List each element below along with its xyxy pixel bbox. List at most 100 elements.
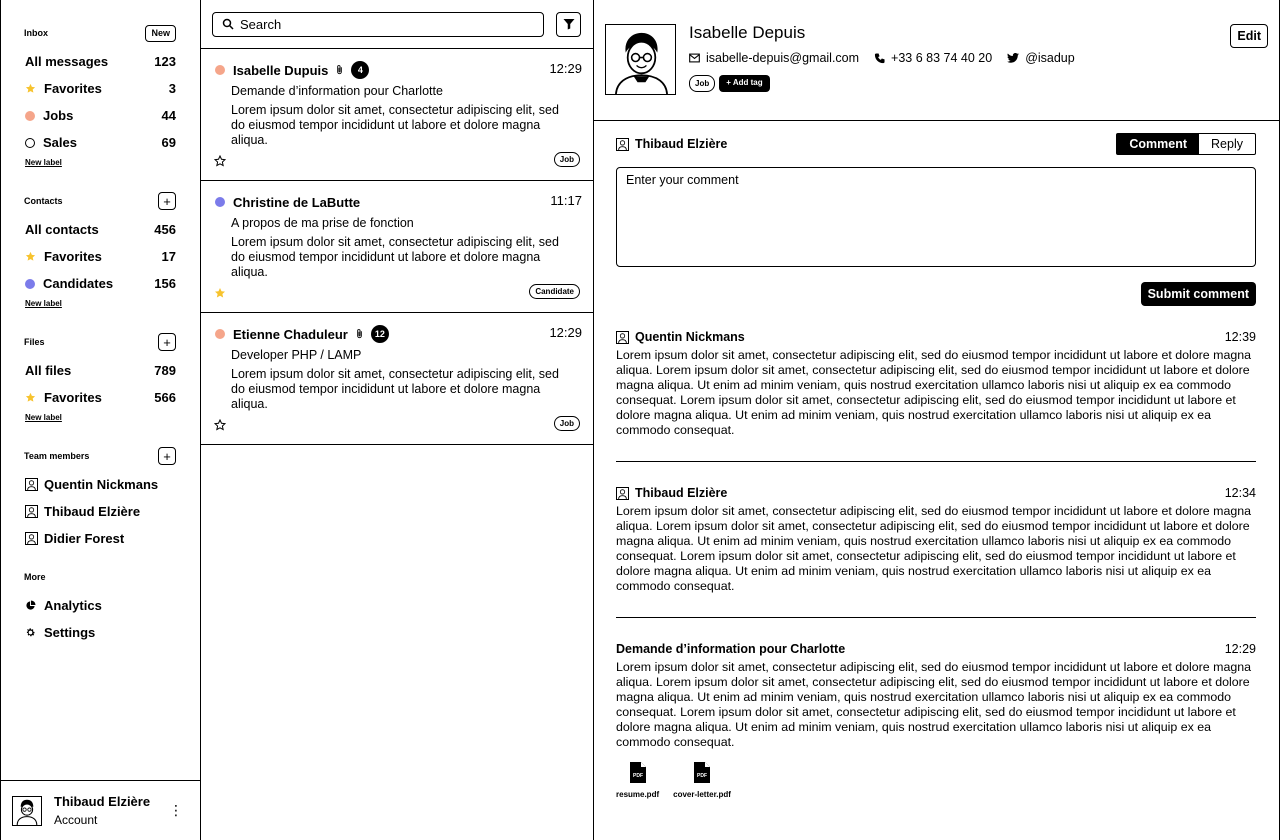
filter-icon <box>563 19 574 30</box>
add-team-member-button[interactable]: + <box>158 447 176 465</box>
contact-twitter[interactable]: @isadup <box>1007 51 1075 65</box>
sidebar-item-label: Settings <box>44 625 96 640</box>
sidebar-item-all-messages[interactable]: All messages 123 <box>1 48 200 75</box>
sidebar-item-sales[interactable]: Sales 69 <box>1 129 200 156</box>
contacts-new-label-link[interactable]: New label <box>1 297 200 311</box>
sidebar-item-jobs[interactable]: Jobs 44 <box>1 102 200 129</box>
add-tag-button[interactable]: + Add tag <box>719 75 770 92</box>
search-bar <box>201 0 593 49</box>
composer-user-name: Thibaud Elzière <box>635 137 728 151</box>
message-time: 12:29 <box>549 325 582 340</box>
sidebar-item-all-files[interactable]: All files 789 <box>1 357 200 384</box>
twitter-icon <box>1007 53 1020 63</box>
comment-entry: Thibaud Elzière 12:34 Lorem ipsum dolor … <box>616 484 1256 618</box>
sidebar-item-analytics[interactable]: Analytics <box>1 592 200 619</box>
sidebar-item-count: 123 <box>154 54 176 69</box>
search-field[interactable] <box>212 11 544 37</box>
message-preview: Lorem ipsum dolor sit amet, consectetur … <box>231 235 559 279</box>
message-list: Isabelle Dupuis 4 12:29 Demande d’inform… <box>201 0 594 840</box>
add-contact-button[interactable]: + <box>158 192 176 210</box>
message-count-badge: 4 <box>351 61 370 79</box>
svg-text:PDF: PDF <box>633 773 643 779</box>
sidebar-item-contact-favorites[interactable]: Favorites 17 <box>1 243 200 270</box>
contact-header: Isabelle Depuis isabelle-depuis@gmail.co… <box>594 0 1279 121</box>
star-outline-icon[interactable] <box>214 419 226 431</box>
star-outline-icon[interactable] <box>214 155 226 167</box>
sidebar-item-label: Jobs <box>43 108 74 123</box>
comment-author: Quentin Nickmans <box>635 330 745 344</box>
tab-reply[interactable]: Reply <box>1199 134 1255 154</box>
message-subject: Developer PHP / LAMP <box>231 348 362 362</box>
contacts-section-header: Contacts + <box>1 192 200 210</box>
avatar <box>605 24 676 95</box>
phone-icon <box>874 52 885 63</box>
submit-comment-button[interactable]: Submit comment <box>1140 282 1256 306</box>
sidebar-item-label: All messages <box>25 54 109 69</box>
composer-user: Thibaud Elzière <box>616 137 1116 151</box>
comment-time: 12:39 <box>1224 330 1256 344</box>
contact-tag[interactable]: Job <box>689 75 716 92</box>
sidebar-item-count: 789 <box>154 363 176 378</box>
team-title: Team members <box>24 451 90 461</box>
edit-contact-button[interactable]: Edit <box>1230 24 1268 48</box>
tab-comment[interactable]: Comment <box>1117 134 1200 154</box>
mail-icon <box>689 53 700 63</box>
candidates-dot-icon <box>25 278 35 289</box>
filter-button[interactable] <box>556 11 581 37</box>
add-file-button[interactable]: + <box>158 333 176 351</box>
avatar <box>25 478 38 491</box>
sidebar-item-candidates[interactable]: Candidates 156 <box>1 270 200 297</box>
contact-email[interactable]: isabelle-depuis@gmail.com <box>689 51 859 65</box>
star-filled-icon[interactable] <box>214 287 226 299</box>
inbox-new-label-link[interactable]: New label <box>1 156 200 170</box>
attachment-name: cover-letter.pdf <box>673 790 731 799</box>
sidebar-item-settings[interactable]: Settings <box>1 619 200 646</box>
account-panel[interactable]: Thibaud Elzière Account ⋮ <box>1 780 200 840</box>
sidebar-item-team-member[interactable]: Quentin Nickmans <box>1 471 200 498</box>
comment-body: Lorem ipsum dolor sit amet, consectetur … <box>616 504 1252 593</box>
contact-phone[interactable]: +33 6 83 74 40 20 <box>874 51 992 65</box>
account-name: Thibaud Elzière <box>54 794 151 809</box>
sidebar-item-label: Sales <box>43 135 77 150</box>
more-menu-icon[interactable]: ⋮ <box>169 803 183 817</box>
comment-thread: Thibaud Elzière Comment Reply Submit com… <box>616 121 1256 822</box>
sidebar-item-label: Analytics <box>44 598 102 613</box>
contact-tags: Job + Add tag <box>689 75 770 92</box>
sidebar-item-count: 156 <box>154 276 176 291</box>
message-time: 11:17 <box>550 193 582 208</box>
message-preview: Lorem ipsum dolor sit amet, consectetur … <box>231 103 559 147</box>
sidebar-item-count: 17 <box>161 249 176 264</box>
attachment-cover-letter[interactable]: PDF cover-letter.pdf <box>673 762 731 799</box>
message-list-item[interactable]: Christine de LaButte 11:17 A propos de m… <box>201 181 593 313</box>
search-input[interactable] <box>240 16 520 32</box>
pie-chart-icon <box>26 600 36 610</box>
message-time: 12:29 <box>549 61 582 76</box>
files-new-label-link[interactable]: New label <box>1 411 200 425</box>
team-member-name: Quentin Nickmans <box>44 477 159 492</box>
avatar <box>12 795 42 826</box>
message-list-item[interactable]: Etienne Chaduleur 12 12:29 Developer PHP… <box>201 313 593 445</box>
contact-info: isabelle-depuis@gmail.com +33 6 83 74 40… <box>689 51 1090 65</box>
message-list-item[interactable]: Isabelle Dupuis 4 12:29 Demande d’inform… <box>201 49 593 181</box>
message-time: 12:29 <box>1224 642 1256 656</box>
contacts-title: Contacts <box>24 196 63 206</box>
sidebar-item-favorites[interactable]: Favorites 3 <box>1 75 200 102</box>
contact-phone-text: +33 6 83 74 40 20 <box>891 51 993 65</box>
files-title: Files <box>24 337 45 347</box>
sidebar-item-label: All contacts <box>25 222 99 237</box>
sidebar-item-team-member[interactable]: Thibaud Elzière <box>1 498 200 525</box>
sidebar-item-file-favorites[interactable]: Favorites 566 <box>1 384 200 411</box>
comment-input[interactable] <box>616 167 1256 267</box>
more-title: More <box>24 572 46 582</box>
sales-dot-icon <box>25 137 35 148</box>
message-subject: Demande d’information pour Charlotte <box>231 84 443 98</box>
sidebar-item-team-member[interactable]: Didier Forest <box>1 525 200 552</box>
new-message-button[interactable]: New <box>145 24 176 42</box>
attachment-resume[interactable]: PDF resume.pdf <box>616 762 659 799</box>
gear-icon <box>26 628 35 637</box>
contact-email-text: isabelle-depuis@gmail.com <box>706 51 860 65</box>
more-section-header: More <box>1 568 200 586</box>
message-entry: Demande d’information pour Charlotte 12:… <box>616 640 1256 822</box>
avatar <box>616 137 629 151</box>
sidebar-item-all-contacts[interactable]: All contacts 456 <box>1 216 200 243</box>
